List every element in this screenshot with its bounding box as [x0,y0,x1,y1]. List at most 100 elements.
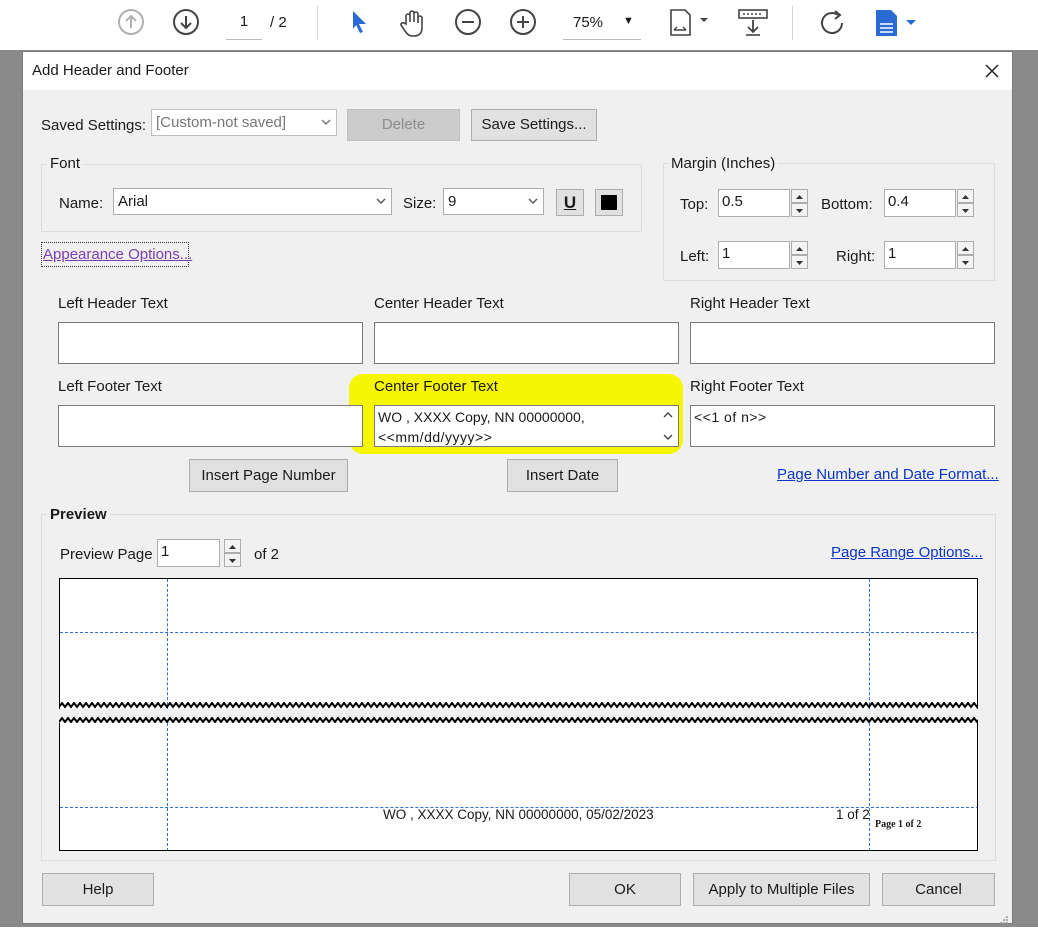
center-footer-line2: <<mm/dd/yyyy>> [378,429,493,445]
insert-date-button[interactable]: Insert Date [507,459,618,492]
fit-page-icon[interactable] [668,8,710,42]
appearance-options-link[interactable]: Appearance Options... [43,246,192,263]
help-button[interactable]: Help [42,873,154,906]
font-size-dropdown[interactable]: 9 [443,188,544,215]
saved-settings-label: Saved Settings: [41,117,147,134]
zoom-dropdown[interactable]: 75% ▼ [563,12,641,40]
saved-settings-dropdown[interactable]: [Custom-not saved] [151,109,337,136]
save-file-icon[interactable] [874,8,918,42]
margin-left-input[interactable]: 1 [718,241,790,269]
center-footer-line1: WO , XXXX Copy, NN 00000000, [378,409,585,425]
margin-left-label: Left: [680,248,710,265]
page-number-value: 1 [239,13,249,30]
header-footer-dialog: Add Header and Footer Saved Settings: [C… [22,51,1013,924]
page-number-date-format-link[interactable]: Page Number and Date Format... [777,466,999,483]
top-margin-guide [60,632,977,633]
hand-icon[interactable] [398,8,428,42]
font-group-title: Font [47,155,84,172]
zoom-out-icon[interactable] [454,8,482,40]
color-swatch [601,195,617,210]
scroll-mode-icon[interactable] [738,8,768,42]
spin-down-icon[interactable] [791,255,808,269]
font-name-dropdown[interactable]: Arial [113,188,392,215]
delete-button[interactable]: Delete [347,109,460,141]
preview-page-top [59,578,978,709]
margin-right-value: 1 [888,245,897,262]
preview-page-stepper[interactable] [224,539,241,567]
font-name-value: Arial [118,193,149,210]
left-footer-input[interactable] [58,405,363,447]
page-range-options-link[interactable]: Page Range Options... [831,544,983,561]
margin-left-stepper[interactable] [791,241,808,269]
preview-footer-right-text: 1 of 2 [836,807,870,822]
margin-bottom-stepper[interactable] [957,189,974,217]
right-header-label: Right Header Text [690,295,810,312]
apply-multiple-files-button[interactable]: Apply to Multiple Files [693,873,870,906]
left-footer-label: Left Footer Text [58,378,162,395]
underline-icon: U [563,193,577,212]
spin-down-icon[interactable] [224,553,241,567]
margin-top-input[interactable]: 0.5 [718,189,790,217]
margin-bottom-input[interactable]: 0.4 [884,189,956,217]
page-total: / 2 [270,14,287,31]
left-margin-guide [167,723,168,850]
margin-group-title: Margin (Inches) [668,155,779,172]
chevron-down-icon [375,194,387,211]
preview-footer-center-text: WO , XXXX Copy, NN 00000000, 05/02/2023 [383,807,654,822]
center-footer-input[interactable]: WO , XXXX Copy, NN 00000000, <<mm/dd/yyy… [374,405,679,447]
prev-page-icon[interactable] [117,8,145,40]
chevron-down-icon [527,194,539,211]
zoom-in-icon[interactable] [509,8,537,40]
dialog-title: Add Header and Footer [32,62,189,79]
margin-bottom-value: 0.4 [888,193,909,210]
margin-top-value: 0.5 [722,193,743,210]
next-page-icon[interactable] [172,8,200,40]
spin-down-icon[interactable] [957,203,974,217]
right-footer-input[interactable]: <<1 of n>> [690,405,995,447]
spin-up-icon[interactable] [957,189,974,203]
font-name-label: Name: [59,195,104,212]
insert-page-number-button[interactable]: Insert Page Number [189,459,348,492]
font-size-label: Size: [403,195,437,212]
dialog-titlebar: Add Header and Footer [23,52,1012,90]
zoom-value: 75% [573,14,604,31]
preview-page-stamp: Page 1 of 2 [875,819,922,830]
page-break-edge-top [59,702,978,709]
center-header-input[interactable] [374,322,679,364]
scroll-down-icon[interactable] [662,430,674,446]
close-icon[interactable] [984,63,1000,83]
resize-grip-icon[interactable] [999,912,1009,929]
margin-left-value: 1 [722,245,731,262]
rotate-icon[interactable] [818,8,848,42]
left-header-input[interactable] [58,322,363,364]
spin-down-icon[interactable] [791,203,808,217]
margin-right-input[interactable]: 1 [884,241,956,269]
spin-up-icon[interactable] [791,241,808,255]
font-size-value: 9 [448,193,457,210]
preview-of-label: of 2 [254,546,280,563]
spin-up-icon[interactable] [791,189,808,203]
page-number-input[interactable]: 1 [226,13,262,40]
app-toolbar: 1 / 2 75% ▼ [0,0,1038,50]
save-settings-button[interactable]: Save Settings... [471,109,597,141]
select-arrow-icon[interactable] [346,8,372,40]
spin-up-icon[interactable] [957,241,974,255]
spin-down-icon[interactable] [957,255,974,269]
preview-group-title: Preview [47,506,110,523]
right-header-input[interactable] [690,322,995,364]
right-margin-guide [869,579,870,709]
margin-right-stepper[interactable] [957,241,974,269]
center-header-label: Center Header Text [374,295,504,312]
scroll-up-icon[interactable] [662,408,674,425]
underline-button[interactable]: U [556,189,584,216]
cancel-button[interactable]: Cancel [882,873,995,906]
font-color-button[interactable] [595,189,623,216]
preview-page-input[interactable]: 1 [157,539,220,567]
preview-page-bottom: WO , XXXX Copy, NN 00000000, 05/02/2023 … [59,723,978,851]
ok-button[interactable]: OK [569,873,681,906]
preview-page-label: Preview Page [60,546,153,563]
toolbar-divider [792,6,793,40]
spin-up-icon[interactable] [224,539,241,553]
margin-top-stepper[interactable] [791,189,808,217]
preview-page-value: 1 [161,543,170,560]
